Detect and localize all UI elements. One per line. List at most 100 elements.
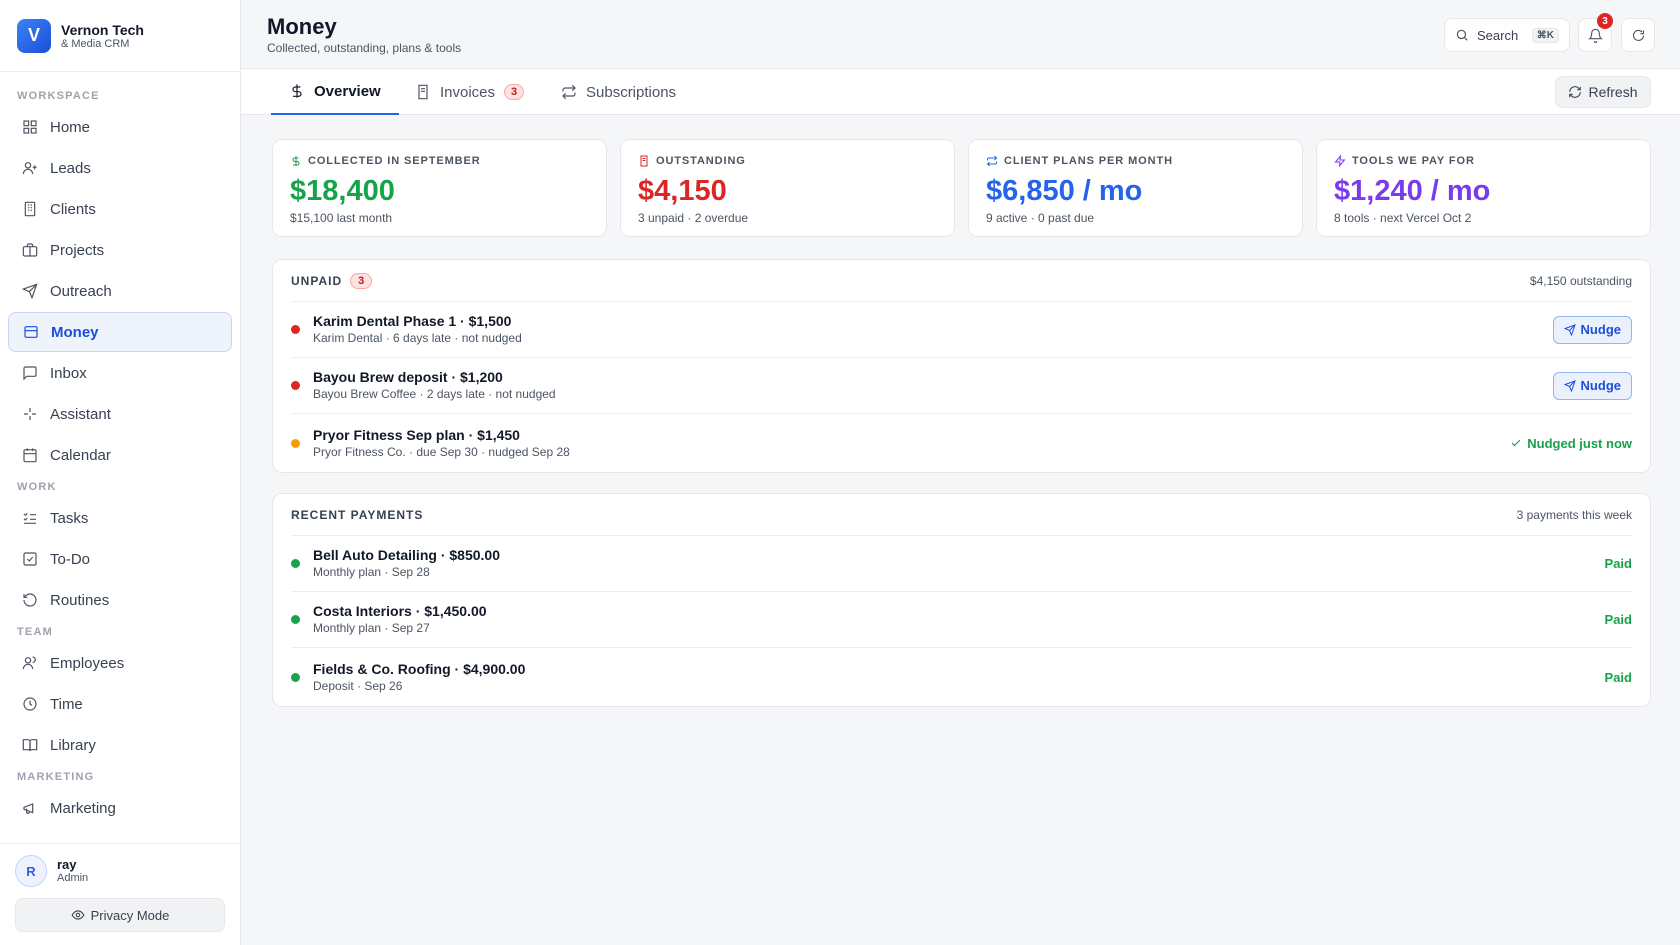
unpaid-row[interactable]: Bayou Brew deposit · $1,200 Bayou Brew Co… (291, 358, 1632, 414)
stat-label: TOOLS WE PAY FOR (1352, 155, 1475, 167)
payment-row[interactable]: Fields & Co. Roofing · $4,900.00 Deposit … (291, 648, 1632, 706)
unpaid-row[interactable]: Pryor Fitness Sep plan · $1,450 Pryor Fit… (291, 414, 1632, 472)
bell-icon (1587, 28, 1603, 43)
recent-payments-panel: RECENT PAYMENTS 3 payments this week Bel… (272, 493, 1651, 707)
nav-section-title: WORKSPACE (17, 90, 100, 102)
sidebar-item-assistant[interactable]: Assistant (8, 394, 232, 434)
sidebar-nav: WORKSPACE Home Leads Clients Projects Outreac… (0, 72, 240, 843)
row-subtitle: Monthly plan · Sep 28 (313, 565, 430, 579)
brand-logo: V (17, 18, 51, 53)
reload-button[interactable] (1621, 18, 1655, 52)
eye-icon (71, 910, 85, 920)
search-shortcut: ⌘K (1531, 27, 1559, 43)
sidebar-item-library[interactable]: Library (8, 725, 232, 765)
stat-value: $1,240 / mo (1334, 175, 1491, 207)
stat-card-outstanding: OUTSTANDING $4,150 3 unpaid · 2 overdue (620, 139, 955, 237)
row-title: Karim Dental Phase 1 · $1,500 (313, 313, 512, 329)
nudge-label: Nudge (1580, 322, 1621, 337)
clock-icon (23, 697, 37, 711)
sidebar-item-money[interactable]: Money (8, 312, 232, 352)
sidebar-item-label: Clients (50, 200, 96, 218)
checkbox-icon (23, 552, 37, 566)
payment-row[interactable]: Bell Auto Detailing · $850.00 Monthly pla… (291, 536, 1632, 592)
sidebar-item-routines[interactable]: Routines (8, 580, 232, 620)
list-checks-icon (23, 512, 36, 524)
unpaid-summary: $4,150 outstanding (1529, 273, 1632, 288)
row-subtitle: Monthly plan · Sep 27 (313, 621, 430, 635)
check-icon (1511, 439, 1521, 447)
stat-card-tools: TOOLS WE PAY FOR $1,240 / mo 8 tools · n… (1316, 139, 1651, 237)
sidebar-item-inbox[interactable]: Inbox (8, 353, 232, 393)
message-icon (23, 366, 37, 381)
rotate-ccw-icon (23, 593, 37, 607)
sidebar-footer: R ray Admin Privacy Mode (0, 843, 240, 945)
user-profile[interactable]: R ray Admin (15, 855, 225, 887)
refresh-label: Refresh (1588, 84, 1638, 100)
stat-subtext: 9 active · 0 past due (986, 211, 1095, 225)
sidebar-item-projects[interactable]: Projects (8, 230, 232, 270)
row-subtitle: Pryor Fitness Co. · due Sep 30 · nudged … (313, 444, 570, 459)
sidebar-item-label: Marketing (50, 799, 116, 817)
sidebar-item-label: Tasks (50, 509, 89, 527)
grid-icon (23, 120, 37, 134)
nudge-button[interactable]: Nudge (1552, 315, 1632, 344)
search-icon (1456, 29, 1468, 41)
nav-section-title: WORK (17, 481, 57, 493)
brand-subtitle: & Media CRM (61, 37, 130, 50)
brand[interactable]: V Vernon Tech & Media CRM (0, 0, 240, 72)
tab-invoices[interactable]: Invoices 3 (397, 69, 542, 115)
stat-value: $6,850 / mo (986, 175, 1143, 207)
briefcase-icon (22, 243, 38, 257)
stat-value: $4,150 (638, 175, 727, 207)
privacy-mode-button[interactable]: Privacy Mode (15, 898, 225, 932)
stat-label-row: CLIENT PLANS PER MONTH (986, 154, 1285, 168)
sidebar-item-to-do[interactable]: To-Do (8, 539, 232, 579)
panel-title: RECENT PAYMENTS (291, 507, 424, 522)
sidebar-item-label: Outreach (50, 282, 112, 300)
sidebar-item-outreach[interactable]: Outreach (8, 271, 232, 311)
stat-value: $18,400 (290, 175, 395, 207)
book-icon (22, 739, 38, 752)
dollar-icon (292, 84, 302, 98)
nudged-status: Nudged just now (1510, 436, 1632, 451)
user-name: ray (57, 857, 77, 872)
stat-label: COLLECTED IN SEPTEMBER (308, 155, 481, 167)
sidebar-item-time[interactable]: Time (8, 684, 232, 724)
dollar-icon (292, 156, 300, 166)
refresh-icon (1569, 86, 1582, 98)
building-icon (24, 201, 36, 217)
status-dot (291, 438, 300, 448)
sidebar-item-employees[interactable]: Employees (8, 643, 232, 683)
stat-label: OUTSTANDING (656, 155, 746, 167)
sidebar-item-clients[interactable]: Clients (8, 189, 232, 229)
sidebar-item-tasks[interactable]: Tasks (8, 498, 232, 538)
page-title: Money (267, 14, 337, 39)
sidebar-item-label: Library (50, 736, 96, 754)
payment-row[interactable]: Costa Interiors · $1,450.00 Monthly plan … (291, 592, 1632, 648)
sidebar-item-label: Leads (50, 159, 91, 177)
notifications-button[interactable]: 3 (1578, 13, 1613, 52)
tab-overview[interactable]: Overview (271, 69, 399, 115)
row-subtitle: Deposit · Sep 26 (313, 678, 403, 693)
nudge-button[interactable]: Nudge (1552, 371, 1632, 400)
nudge-label: Nudge (1580, 378, 1621, 393)
panel-header: RECENT PAYMENTS 3 payments this week (291, 494, 1632, 536)
stat-card-collected: COLLECTED IN SEPTEMBER $18,400 $15,100 l… (272, 139, 607, 237)
payments-summary: 3 payments this week (1516, 507, 1632, 522)
sidebar-item-home[interactable]: Home (8, 107, 232, 147)
sidebar-item-calendar[interactable]: Calendar (8, 435, 232, 475)
sidebar-item-marketing[interactable]: Marketing (8, 788, 232, 828)
tab-subscriptions[interactable]: Subscriptions (543, 69, 694, 115)
refresh-button[interactable]: Refresh (1555, 76, 1651, 108)
page-subtitle: Collected, outstanding, plans & tools (267, 41, 462, 55)
sidebar-item-leads[interactable]: Leads (8, 148, 232, 188)
send-icon (22, 283, 38, 299)
sidebar-item-label: Money (51, 323, 99, 341)
sidebar-item-label: Home (50, 118, 91, 136)
stat-label-row: COLLECTED IN SEPTEMBER (290, 154, 589, 168)
row-subtitle: Bayou Brew Coffee · 2 days late · not nu… (313, 387, 556, 401)
wallet-icon (24, 326, 38, 338)
search-button[interactable]: Search ⌘K (1444, 18, 1570, 52)
megaphone-icon (23, 803, 34, 814)
unpaid-row[interactable]: Karim Dental Phase 1 · $1,500 Karim Denta… (291, 302, 1632, 358)
